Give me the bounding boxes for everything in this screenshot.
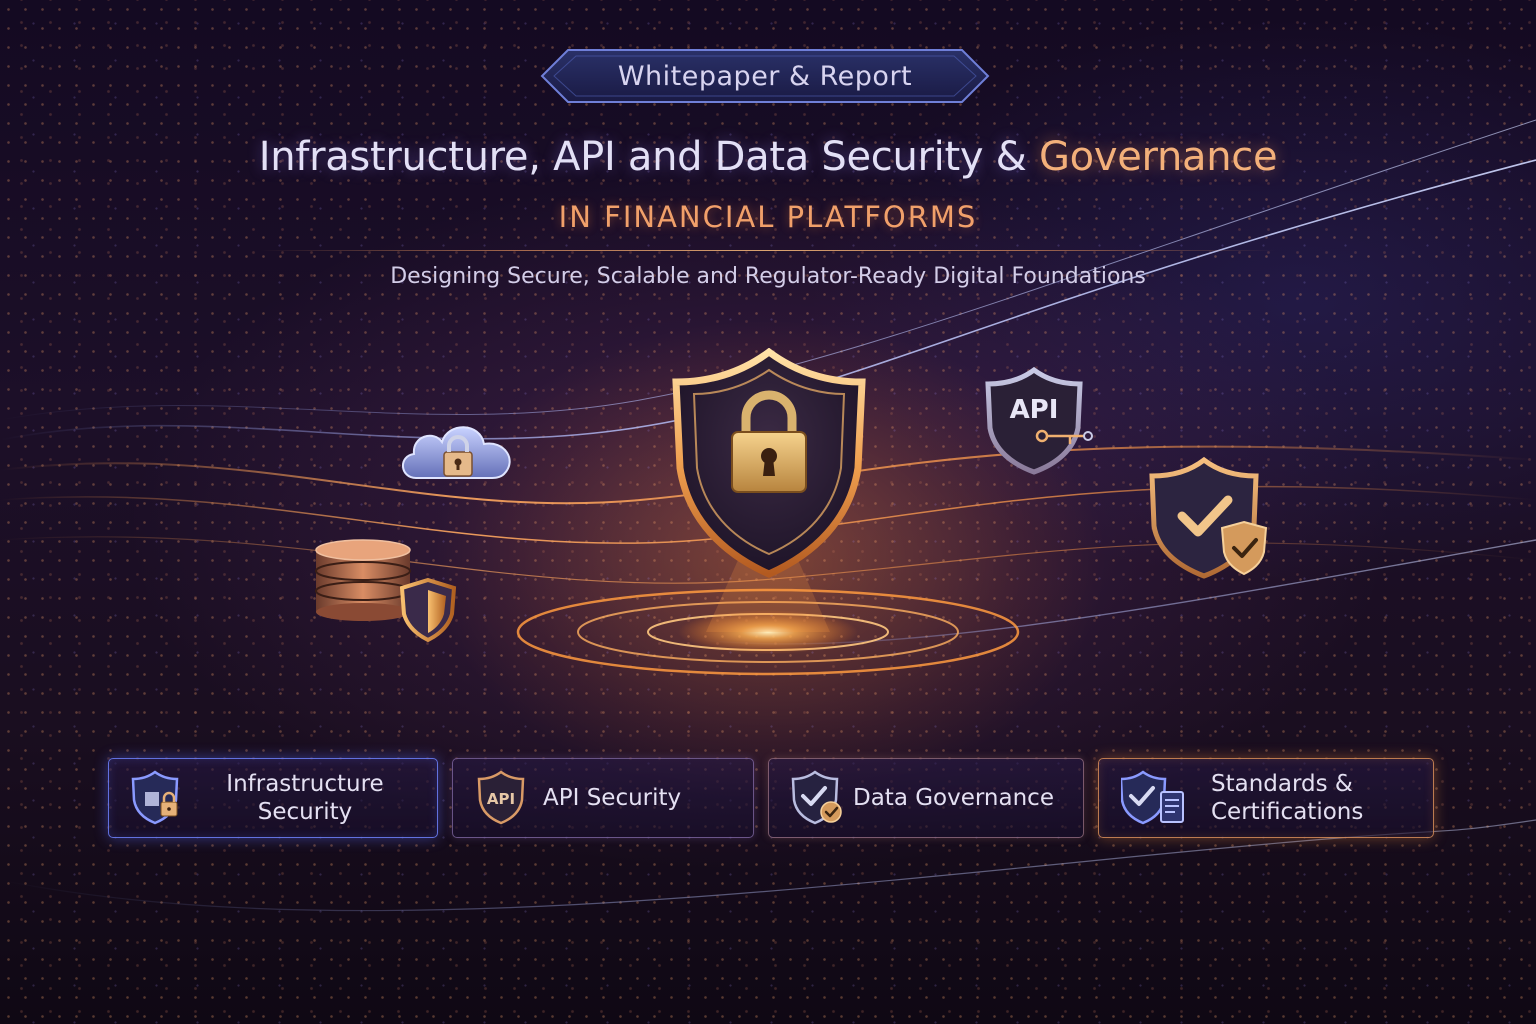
pillar-label: Data Governance — [847, 784, 1083, 812]
report-type-badge: Whitepaper & Report — [540, 48, 990, 104]
hero-banner: Whitepaper & Report Infrastructure, API … — [0, 0, 1536, 1024]
check-shield-icon — [1144, 456, 1274, 580]
title-divider — [260, 250, 1276, 251]
pillar-label: Infrastructure Security — [187, 770, 437, 826]
api-shield-icon: API — [475, 770, 531, 826]
title-main: Infrastructure, API and Data Security & — [258, 134, 1039, 180]
pillar-label: API Security — [531, 784, 753, 812]
standards-document-icon — [1119, 770, 1187, 826]
pillar-card-data-governance[interactable]: Data Governance — [768, 758, 1084, 838]
badge-label: Whitepaper & Report — [617, 60, 913, 92]
pillar-card-api-security[interactable]: API API Security — [452, 758, 754, 838]
pillar-card-infrastructure[interactable]: Infrastructure Security — [108, 758, 438, 838]
page-subtitle: IN FINANCIAL PLATFORMS — [558, 200, 978, 234]
pillar-card-standards[interactable]: Standards & Certifications — [1098, 758, 1434, 838]
pillar-label-line1: Data Governance — [853, 785, 1054, 811]
pillar-label-line2: Security — [257, 799, 353, 825]
infrastructure-shield-icon — [131, 770, 187, 826]
central-shield-lock-icon — [664, 348, 874, 578]
pillar-label-line2: Certifications — [1211, 799, 1364, 825]
api-card-icon-text: API — [487, 790, 515, 808]
pillar-label-line1: Infrastructure — [226, 771, 384, 797]
page-title: Infrastructure, API and Data Security & … — [0, 134, 1536, 180]
api-shield-icon: API — [984, 366, 1104, 476]
page-tagline: Designing Secure, Scalable and Regulator… — [390, 264, 1146, 289]
pillar-label-line1: API Security — [543, 785, 682, 811]
database-shield-icon — [310, 536, 460, 646]
cloud-lock-icon — [394, 410, 524, 490]
api-shield-text: API — [1010, 395, 1059, 425]
pillar-label: Standards & Certifications — [1187, 770, 1433, 826]
data-governance-shield-icon — [791, 770, 847, 826]
pillar-label-line1: Standards & — [1211, 771, 1353, 797]
title-accent: Governance — [1038, 134, 1278, 180]
